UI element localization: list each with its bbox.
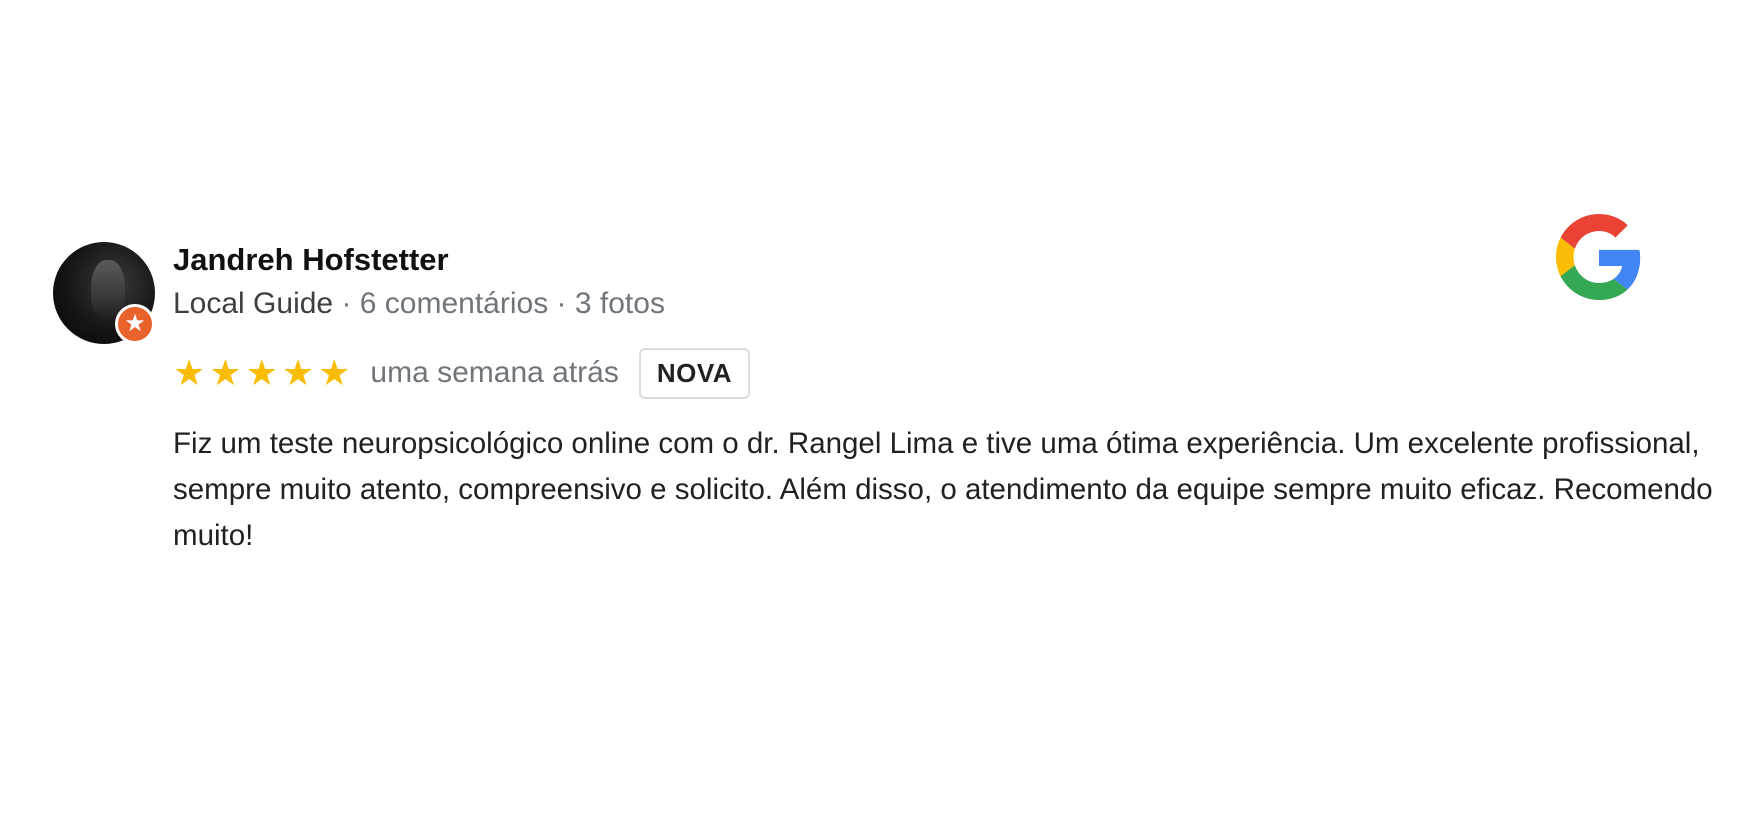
star-icon: ★ xyxy=(245,352,278,393)
review-text: Fiz um teste neuropsicológico online com… xyxy=(173,427,1713,552)
local-guide-star-icon: ★ xyxy=(115,304,155,344)
star-icon: ★ xyxy=(209,352,242,393)
avatar[interactable]: ★ xyxy=(53,242,155,344)
reviewer-meta: Local Guide · 6 comentários · 3 fotos xyxy=(173,287,665,321)
star-rating: ★ ★ ★ ★ ★ xyxy=(173,355,350,391)
photos-count: 3 fotos xyxy=(574,287,665,320)
star-icon: ★ xyxy=(318,352,351,393)
new-badge: NOVA xyxy=(638,347,751,399)
star-icon: ★ xyxy=(281,352,315,393)
google-logo-icon xyxy=(1556,214,1641,300)
star-icon: ★ xyxy=(173,352,206,393)
rating-row: ★ ★ ★ ★ ★ uma semana atrás NOVA xyxy=(173,347,751,399)
reviews-count: 6 comentários xyxy=(359,287,549,320)
review-widget: ★ Jandreh Hofstetter Local Guide · 6 com… xyxy=(0,0,1745,837)
review-time: uma semana atrás xyxy=(370,356,619,389)
meta-separator: · xyxy=(548,287,575,320)
local-guide-label: Local Guide xyxy=(173,287,334,320)
meta-separator: · xyxy=(333,287,360,320)
reviewer-name[interactable]: Jandreh Hofstetter xyxy=(173,242,449,278)
